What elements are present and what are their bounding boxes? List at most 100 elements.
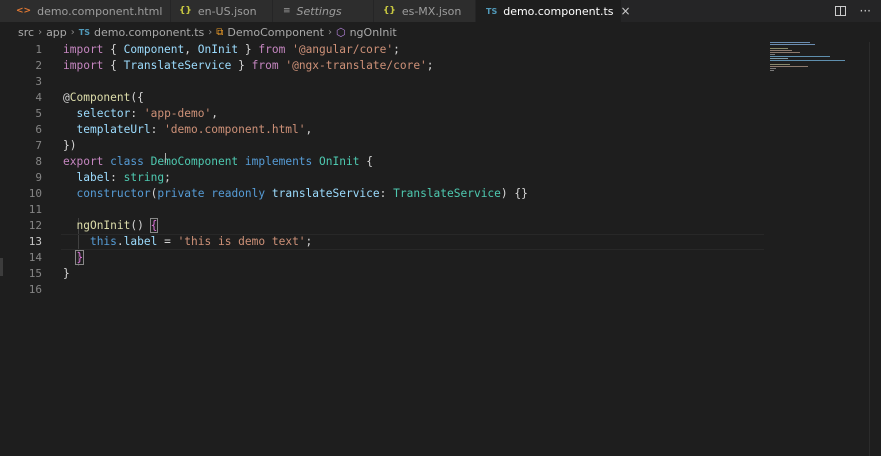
code-line[interactable]: import { Component, OnInit } from '@angu… xyxy=(63,42,763,58)
code-line[interactable] xyxy=(63,282,763,298)
vertical-scrollbar[interactable] xyxy=(869,42,881,456)
breadcrumb-file-label: demo.component.ts xyxy=(94,25,205,39)
code-token: 'this is demo text' xyxy=(177,235,306,248)
minimap[interactable] xyxy=(770,42,870,82)
code-token: 'app-demo' xyxy=(143,107,212,120)
tab-demo-component-html[interactable]: <> demo.component.html xyxy=(0,0,171,22)
line-number-gutter: 1 2 3 4 5 6 7 8 9 10 11 12 13 14 15 16 xyxy=(0,42,50,298)
line-number-current: 13 xyxy=(28,235,42,248)
code-token: : xyxy=(379,187,394,200)
line-number: 4 xyxy=(35,91,42,104)
breadcrumb: src › app › TS demo.component.ts › ⧉ Dem… xyxy=(0,22,881,42)
code-token: , xyxy=(305,123,313,136)
json-file-icon: {} xyxy=(383,6,396,16)
code-token: Component xyxy=(69,91,131,104)
close-icon[interactable]: × xyxy=(621,4,631,18)
minimap-line xyxy=(770,44,815,45)
breadcrumb-method-label: ngOnInit xyxy=(349,25,397,39)
code-editor[interactable]: 1 2 3 4 5 6 7 8 9 10 11 12 13 14 15 16 i… xyxy=(0,42,881,456)
tab-demo-component-ts[interactable]: TS demo.component.ts × xyxy=(476,0,631,22)
code-token: this xyxy=(89,235,117,248)
code-line[interactable]: } xyxy=(63,266,763,282)
line-number: 11 xyxy=(28,203,42,216)
tab-settings[interactable]: ≡ Settings xyxy=(273,0,374,22)
code-token: ; xyxy=(393,43,400,56)
code-token: : xyxy=(130,107,144,120)
text-cursor xyxy=(165,153,166,163)
line-number: 9 xyxy=(35,171,42,184)
code-token: { xyxy=(103,43,124,56)
line-number: 5 xyxy=(35,107,42,120)
split-editor-icon[interactable] xyxy=(834,6,846,16)
line-number: 3 xyxy=(35,75,42,88)
code-line[interactable]: export class DemoComponent implements On… xyxy=(63,154,763,170)
code-token: Component xyxy=(123,43,185,56)
breadcrumb-class-label: DemoComponent xyxy=(227,25,324,39)
line-number: 8 xyxy=(35,155,42,168)
json-file-icon: {} xyxy=(179,6,192,16)
line-number: 2 xyxy=(35,59,42,72)
code-token: { xyxy=(103,59,124,72)
code-line-current[interactable]: this.label = 'this is demo text'; xyxy=(61,234,764,250)
code-line[interactable]: templateUrl: 'demo.component.html', xyxy=(63,122,763,138)
code-token: implements xyxy=(244,155,313,168)
breadcrumb-app[interactable]: app xyxy=(46,26,67,39)
code-token: , xyxy=(211,107,218,120)
code-token: readonly xyxy=(211,187,266,200)
tab-en-us-json[interactable]: {} en-US.json xyxy=(171,0,273,22)
tab-label: demo.component.html xyxy=(37,4,163,18)
chevron-right-icon: › xyxy=(208,26,213,38)
code-token: { xyxy=(359,155,373,168)
code-line[interactable]: constructor(private readonly translateSe… xyxy=(63,186,763,202)
more-actions-icon[interactable]: ··· xyxy=(860,4,871,18)
code-line[interactable]: selector: 'app-demo', xyxy=(63,106,763,122)
code-token: . xyxy=(116,235,124,248)
code-token: TranslateService xyxy=(123,59,232,72)
code-token: '@angular/core' xyxy=(292,43,394,56)
code-token: }) xyxy=(63,139,77,152)
minimap-line xyxy=(770,42,810,43)
code-line[interactable]: @Component({ xyxy=(63,90,763,106)
line-number: 10 xyxy=(28,187,42,200)
chevron-right-icon: › xyxy=(70,26,75,38)
minimap-line xyxy=(770,66,808,67)
breadcrumb-method[interactable]: ⬡ ngOnInit xyxy=(336,26,397,39)
breadcrumb-file[interactable]: TS demo.component.ts xyxy=(79,26,205,39)
code-token: ; xyxy=(164,171,171,184)
line-number: 16 xyxy=(28,283,42,296)
breadcrumb-class[interactable]: ⧉ DemoComponent xyxy=(216,26,324,39)
sash-handle[interactable] xyxy=(0,258,3,276)
code-line[interactable]: label: string; xyxy=(63,170,763,186)
code-token: 'demo.component.html' xyxy=(164,123,306,136)
breadcrumb-src[interactable]: src xyxy=(18,26,34,39)
code-token: } xyxy=(238,43,259,56)
code-token: label xyxy=(123,235,158,248)
code-token: from xyxy=(251,59,279,72)
code-token: label xyxy=(76,171,111,184)
tab-label: en-US.json xyxy=(197,4,257,18)
code-token: ({ xyxy=(130,91,144,104)
code-line[interactable] xyxy=(63,202,763,218)
tab-label: es-MX.json xyxy=(401,4,462,18)
code-line[interactable]: } xyxy=(63,250,763,266)
minimap-line xyxy=(770,56,830,57)
code-token: '@ngx-translate/core' xyxy=(285,59,427,72)
code-line[interactable]: import { TranslateService } from '@ngx-t… xyxy=(63,58,763,74)
code-line[interactable]: }) xyxy=(63,138,763,154)
code-token: : xyxy=(150,123,165,136)
line-number: 7 xyxy=(35,139,42,152)
code-line[interactable]: ngOnInit() { xyxy=(63,218,763,234)
code-token: } xyxy=(75,250,85,265)
code-lines[interactable]: import { Component, OnInit } from '@angu… xyxy=(61,42,764,298)
code-token: = xyxy=(157,235,178,248)
tab-es-mx-json[interactable]: {} es-MX.json xyxy=(374,0,476,22)
code-line[interactable] xyxy=(63,74,763,90)
vscode-window: <> demo.component.html {} en-US.json ≡ S… xyxy=(0,0,881,456)
